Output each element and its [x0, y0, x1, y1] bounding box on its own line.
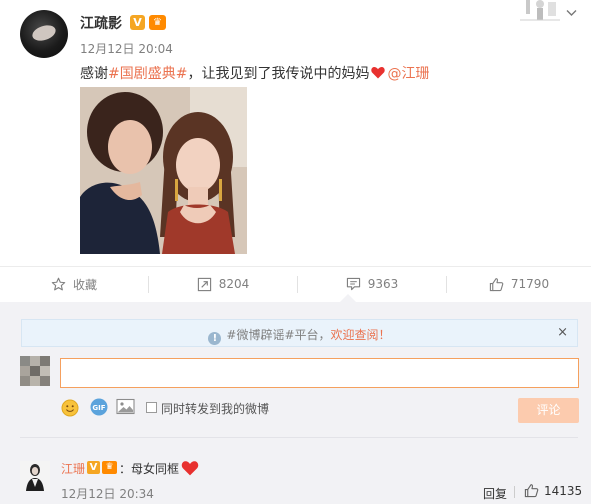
comment-area-pointer: [340, 294, 356, 302]
red-heart-icon: [371, 66, 386, 79]
post-photo[interactable]: [80, 87, 247, 254]
notice-content: ! #微博辟谣#平台，欢迎查阅！: [22, 326, 577, 345]
notice-text: #微博辟谣#平台，: [226, 328, 331, 342]
divider: [20, 437, 578, 438]
comment-colon: ：: [119, 462, 132, 476]
favorite-label: 收藏: [72, 277, 97, 292]
decorative-figure-icon: [520, 0, 560, 21]
repost-icon: [197, 277, 212, 292]
emoji-icon[interactable]: [61, 399, 79, 421]
comment-action-separator: [514, 486, 515, 498]
chevron-down-icon[interactable]: [566, 6, 577, 20]
like-count: 71790: [510, 277, 550, 291]
thumbs-up-icon: [524, 483, 539, 498]
thumbs-up-icon: [489, 277, 504, 292]
topic-link[interactable]: #国剧盛典#: [108, 66, 187, 82]
comment-toggle-button[interactable]: 9363: [298, 267, 446, 301]
comment-time: 12月12日 20:34: [61, 487, 154, 501]
post-text: 感谢#国剧盛典#，让我见到了我传说中的妈妈 @江珊: [80, 63, 429, 83]
star-icon: [51, 277, 66, 292]
photo-illustration: [80, 87, 247, 254]
action-bar: 收藏 8204 9363 71790: [0, 267, 591, 301]
comment-text: 母女同框: [131, 460, 201, 477]
mention-link[interactable]: @江珊: [387, 66, 429, 82]
comment-icon: [346, 277, 361, 291]
author-name[interactable]: 江疏影: [80, 13, 122, 33]
repost-count: 8204: [218, 277, 250, 291]
repost-checkbox[interactable]: [146, 402, 157, 413]
repost-button[interactable]: 8204: [149, 267, 297, 301]
svg-text:GIF: GIF: [92, 404, 105, 412]
post-text-middle: ，让我见到了我传说中的妈妈: [187, 66, 370, 82]
info-icon: !: [208, 332, 222, 345]
post-time[interactable]: 12月12日 20:04: [80, 40, 173, 57]
notice-link[interactable]: 欢迎查阅！: [331, 328, 391, 342]
verified-badge[interactable]: V: [130, 15, 145, 30]
comment-like-button[interactable]: 14135: [524, 483, 582, 498]
favorite-button[interactable]: 收藏: [0, 267, 148, 301]
submit-comment-button[interactable]: 评论: [518, 398, 579, 423]
comment-like-count: 14135: [544, 483, 583, 498]
crown-icon[interactable]: ♛: [149, 15, 166, 30]
comment-text-body: 母女同框: [131, 462, 180, 476]
close-icon[interactable]: ×: [557, 325, 568, 340]
repost-checkbox-label[interactable]: 同时转发到我的微博: [161, 400, 269, 417]
like-button[interactable]: 71790: [447, 267, 591, 301]
verified-badge[interactable]: V: [87, 461, 100, 474]
reply-button[interactable]: 回复: [483, 485, 507, 502]
crown-icon[interactable]: ♛: [102, 461, 117, 474]
image-icon[interactable]: [116, 398, 135, 419]
my-avatar[interactable]: [20, 356, 50, 386]
author-avatar[interactable]: [20, 10, 68, 58]
comment-input[interactable]: [60, 358, 579, 388]
red-heart-icon: [181, 461, 199, 476]
comment-count: 9363: [367, 277, 399, 291]
comment-username[interactable]: 江珊: [61, 460, 85, 477]
rumor-notice-banner: ! #微博辟谣#平台，欢迎查阅！ ×: [21, 319, 578, 347]
post-text-prefix: 感谢: [80, 66, 108, 82]
comment-avatar[interactable]: [20, 461, 50, 491]
gif-icon[interactable]: GIF: [89, 398, 109, 420]
